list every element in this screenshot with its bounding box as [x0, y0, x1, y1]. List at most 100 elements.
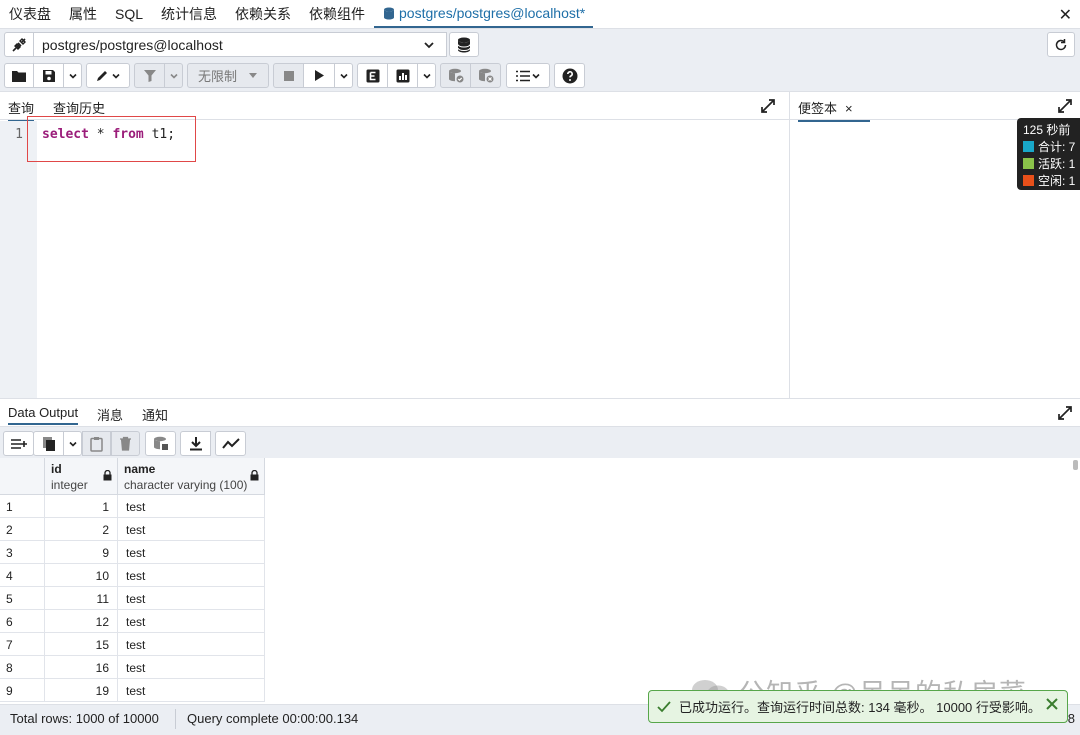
database-commit-icon — [448, 68, 463, 83]
row-number-cell[interactable]: 9 — [0, 679, 45, 702]
tab-messages[interactable]: 消息 — [97, 405, 123, 424]
reset-layout-button[interactable] — [1047, 32, 1075, 57]
tab-dependents[interactable]: 依赖组件 — [300, 0, 374, 28]
cell-name[interactable]: test — [118, 541, 265, 564]
edit-menu-button[interactable] — [86, 63, 130, 88]
row-number-cell[interactable]: 8 — [0, 656, 45, 679]
download-button[interactable] — [180, 431, 211, 456]
expand-icon[interactable] — [1058, 406, 1072, 420]
save-data-button[interactable] — [145, 431, 176, 456]
tab-scratch-pad[interactable]: 便签本 × — [798, 98, 870, 122]
filter-dropdown[interactable] — [164, 63, 183, 88]
chevron-down-icon — [169, 73, 178, 79]
execute-button[interactable] — [303, 63, 335, 88]
row-number-cell[interactable]: 5 — [0, 587, 45, 610]
connection-status-button[interactable] — [4, 32, 34, 57]
line-gutter: 1 — [0, 121, 37, 398]
cell-name[interactable]: test — [118, 518, 265, 541]
row-limit-select[interactable]: 无限制 — [187, 63, 269, 88]
tab-sql[interactable]: SQL — [106, 0, 152, 28]
sql-editor[interactable]: select * from t1; — [37, 121, 789, 398]
table-row[interactable]: 2 2 test — [0, 518, 265, 541]
close-icon[interactable] — [1045, 697, 1059, 711]
cell-id[interactable]: 15 — [45, 633, 118, 656]
cell-id[interactable]: 10 — [45, 564, 118, 587]
copy-options-dropdown[interactable] — [63, 431, 82, 456]
close-tab-icon[interactable]: ✕ — [1059, 5, 1072, 25]
pane-divider[interactable] — [789, 92, 790, 398]
table-row[interactable]: 4 10 test — [0, 564, 265, 587]
save-options-dropdown[interactable] — [63, 63, 82, 88]
cell-id[interactable]: 19 — [45, 679, 118, 702]
filter-icon — [143, 69, 156, 82]
execute-options-dropdown[interactable] — [334, 63, 353, 88]
stop-query-button[interactable] — [273, 63, 304, 88]
vertical-scrollbar[interactable] — [1073, 460, 1078, 470]
table-row[interactable]: 6 12 test — [0, 610, 265, 633]
cell-name[interactable]: test — [118, 633, 265, 656]
explain-options-dropdown[interactable] — [417, 63, 436, 88]
expand-icon[interactable] — [1058, 99, 1072, 113]
cell-id[interactable]: 9 — [45, 541, 118, 564]
top-tab-bar: 仪表盘 属性 SQL 统计信息 依赖关系 依赖组件 postgres/postg… — [0, 0, 1080, 29]
cell-id[interactable]: 12 — [45, 610, 118, 633]
row-number-cell[interactable]: 3 — [0, 541, 45, 564]
copy-button[interactable] — [33, 431, 64, 456]
tab-dependencies[interactable]: 依赖关系 — [226, 0, 300, 28]
filter-button[interactable] — [134, 63, 165, 88]
row-number-cell[interactable]: 2 — [0, 518, 45, 541]
tab-properties[interactable]: 属性 — [60, 0, 106, 28]
close-icon[interactable]: × — [845, 101, 853, 116]
tab-notices[interactable]: 通知 — [142, 405, 168, 424]
cell-id[interactable]: 16 — [45, 656, 118, 679]
expand-icon[interactable] — [761, 99, 775, 113]
tab-data-output[interactable]: Data Output — [8, 405, 79, 425]
row-number-cell[interactable]: 6 — [0, 610, 45, 633]
cell-name[interactable]: test — [118, 564, 265, 587]
cell-id[interactable]: 1 — [45, 495, 118, 518]
cell-name[interactable]: test — [118, 495, 265, 518]
open-file-button[interactable] — [4, 63, 34, 88]
cell-id[interactable]: 11 — [45, 587, 118, 610]
column-header-name[interactable]: name character varying (100) — [118, 458, 265, 495]
rollback-button[interactable] — [470, 63, 501, 88]
bar-chart-icon — [396, 69, 409, 82]
table-row[interactable]: 3 9 test — [0, 541, 265, 564]
add-row-button[interactable] — [3, 431, 34, 456]
cell-name[interactable]: test — [118, 679, 265, 702]
row-number-header[interactable] — [0, 458, 45, 495]
graph-visualiser-button[interactable] — [215, 431, 246, 456]
help-button[interactable] — [554, 63, 585, 88]
paste-button[interactable] — [82, 431, 111, 456]
delete-row-button[interactable] — [111, 431, 140, 456]
tab-query-tool[interactable]: postgres/postgres@localhost* — [374, 0, 594, 28]
row-number-cell[interactable]: 4 — [0, 564, 45, 587]
query-complete-text: Query complete 00:00:00.134 — [187, 711, 359, 726]
explain-analyze-button[interactable] — [387, 63, 418, 88]
cell-name[interactable]: test — [118, 656, 265, 679]
commit-button[interactable] — [440, 63, 471, 88]
stats-active: 活跃: 1 — [1038, 157, 1076, 171]
table-row[interactable]: 1 1 test — [0, 495, 265, 518]
connection-select[interactable]: postgres/postgres@localhost — [33, 32, 447, 57]
tab-dashboard[interactable]: 仪表盘 — [0, 0, 60, 28]
table-row[interactable]: 9 19 test — [0, 679, 265, 702]
macros-button[interactable] — [506, 63, 550, 88]
table-row[interactable]: 8 16 test — [0, 656, 265, 679]
new-connection-button[interactable] — [449, 32, 479, 57]
cell-name[interactable]: test — [118, 610, 265, 633]
cell-id[interactable]: 2 — [45, 518, 118, 541]
row-number-cell[interactable]: 1 — [0, 495, 45, 518]
save-file-button[interactable] — [33, 63, 64, 88]
row-number-cell[interactable]: 7 — [0, 633, 45, 656]
cell-name[interactable]: test — [118, 587, 265, 610]
stats-idle: 空闲: 1 — [1038, 174, 1076, 188]
table-row[interactable]: 5 11 test — [0, 587, 265, 610]
table-row[interactable]: 7 15 test — [0, 633, 265, 656]
column-header-id[interactable]: id integer — [45, 458, 118, 495]
result-toolbar — [0, 427, 1080, 458]
tab-query-history[interactable]: 查询历史 — [53, 98, 105, 117]
database-save-icon — [153, 436, 168, 450]
tab-statistics[interactable]: 统计信息 — [152, 0, 226, 28]
explain-button[interactable] — [357, 63, 388, 88]
